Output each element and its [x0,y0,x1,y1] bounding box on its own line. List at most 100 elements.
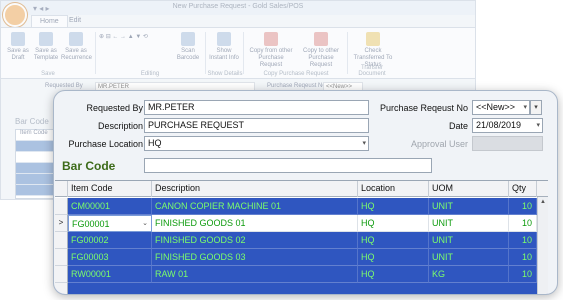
cell-qty[interactable]: 10 [509,232,537,249]
save-as-recurrence-button[interactable]: Save as Recurrence [61,32,92,62]
table-row-current[interactable]: > FG00001 ⌄ FINISHED GOODS 01 HQ UNIT 10 [55,215,548,232]
cell-uom[interactable]: UNIT [429,249,509,266]
chevron-down-icon[interactable]: ▾ [523,101,527,114]
request-no-dropdown-button[interactable]: ▾ [530,100,542,115]
column-header-uom[interactable]: UOM [429,181,509,197]
requested-by-field[interactable]: MR.PETER [144,100,369,115]
editing-toolbar[interactable]: ⊕ ⊟ ← → ▲ ▼ ⟲ [99,34,169,41]
info-icon [217,32,231,46]
cell-description[interactable]: FINISHED GOODS 03 [152,249,358,266]
date-value: 21/08/2019 [476,120,522,130]
grid-header: Item Code Description Location UOM Qty [55,181,548,197]
bg-request-no-label: Purchase Reqeust No [267,83,326,89]
cell-qty[interactable]: 10 [509,266,537,283]
approval-user-field [472,136,543,151]
cell-uom[interactable]: UNIT [429,198,509,215]
column-header-location[interactable]: Location [358,181,429,197]
approval-user-label: Approval User [410,139,468,149]
purchase-location-value: HQ [148,138,162,148]
check-transferred-button[interactable]: Check Transferred To Status [351,32,395,69]
cell-location[interactable]: HQ [358,215,429,232]
bg-grid-header: Item Code [16,130,54,141]
chevron-down-icon[interactable]: ⌄ [142,216,148,232]
scroll-up-icon[interactable]: ▲ [538,197,548,208]
cell-description[interactable]: CANON COPIER MACHINE 01 [152,198,358,215]
copy-from-icon [264,32,278,46]
copy-to-button[interactable]: Copy to other Purchase Request [297,32,345,69]
table-row[interactable]: RW00001 RAW 01 HQ KG 10 [55,266,548,283]
cell-item-code[interactable]: FG00002 [68,232,152,249]
description-label: Description [97,121,143,131]
cell-item-code[interactable]: CM00001 [68,198,152,215]
copy-from-button[interactable]: Copy from other Purchase Request [247,32,295,69]
row-indicator[interactable] [55,249,68,266]
quick-access-toolbar[interactable]: ▾ ◂ ▸ [33,4,50,13]
table-row[interactable]: FG00003 FINISHED GOODS 03 HQ UNIT 10 [55,249,548,266]
bg-grid-row [16,141,54,152]
current-row-indicator[interactable]: > [55,215,68,232]
ribbon-separator [95,32,96,74]
bg-grid-row [16,163,54,174]
cell-item-code-editor[interactable]: FG00001 ⌄ [68,215,152,232]
cell-location[interactable]: HQ [358,266,429,283]
cell-uom[interactable]: UNIT [429,215,509,232]
purchase-request-no-field[interactable]: <<New>> ▾ ▾ [472,100,542,115]
show-instant-info-button[interactable]: Show Instant Info [209,32,239,62]
cell-qty[interactable]: 10 [509,198,537,215]
cell-item-code[interactable]: RW00001 [68,266,152,283]
cell-description[interactable]: RAW 01 [152,266,358,283]
group-copy: Copy Purchase Request [263,71,329,77]
cell-item-code[interactable]: FG00003 [68,249,152,266]
template-icon [39,32,53,46]
save-as-template-button[interactable]: Save as Template [31,32,61,62]
cell-location[interactable]: HQ [358,249,429,266]
purchase-request-no-label: Purchase Reqeust No [379,103,468,113]
bg-requested-by-label: Requested By [45,83,83,89]
cell-uom[interactable]: UNIT [429,232,509,249]
cell-location[interactable]: HQ [358,198,429,215]
background-title-bar: New Purchase Request - Gold Sales/POS [1,1,475,15]
vertical-scrollbar[interactable]: ▲ [537,197,548,294]
row-indicator-header [55,181,68,197]
tab-edit[interactable]: Edit [61,15,89,27]
bg-grid-row [16,174,54,185]
cell-description[interactable]: FINISHED GOODS 01 [152,215,358,232]
row-indicator[interactable] [55,198,68,215]
table-row[interactable] [55,283,548,294]
requested-by-label: Requested By [86,103,143,113]
group-save: Save [41,71,55,77]
items-grid: Item Code Description Location UOM Qty C… [55,180,548,294]
cell-uom[interactable]: KG [429,266,509,283]
scan-barcode-button[interactable]: Scan Barcode [173,32,203,62]
recurrence-icon [69,32,83,46]
date-picker[interactable]: 21/08/2019 ▾ [472,118,543,133]
chevron-down-icon[interactable]: ▾ [536,119,540,132]
cell-location[interactable]: HQ [358,232,429,249]
group-editing: Editing [140,71,160,77]
barcode-input[interactable] [144,158,432,173]
cell-description[interactable]: FINISHED GOODS 02 [152,232,358,249]
scan-icon [181,32,195,46]
description-field[interactable]: PURCHASE REQUEST [144,118,369,133]
cell-qty[interactable]: 10 [509,215,537,232]
save-as-draft-button[interactable]: Save as Draft [3,32,33,62]
bg-grid-row [16,185,54,196]
cell-item-code-value: FG00001 [72,219,110,229]
row-indicator[interactable] [55,283,68,294]
row-indicator[interactable] [55,266,68,283]
ribbon-separator [243,32,244,74]
check-icon [366,32,380,46]
cell-qty[interactable]: 10 [509,249,537,266]
chevron-down-icon[interactable]: ▾ [362,137,366,150]
row-indicator[interactable] [55,232,68,249]
date-label: Date [448,121,468,131]
column-header-qty[interactable]: Qty [509,181,537,197]
zoomed-form-panel: Requested By MR.PETER Description PURCHA… [53,90,558,295]
purchase-location-select[interactable]: HQ ▾ [144,136,369,151]
table-row[interactable]: CM00001 CANON COPIER MACHINE 01 HQ UNIT … [55,198,548,215]
table-row[interactable]: FG00002 FINISHED GOODS 02 HQ UNIT 10 [55,232,548,249]
column-header-item-code[interactable]: Item Code [68,181,152,197]
ribbon-tabs: Home Edit [1,15,475,27]
column-header-description[interactable]: Description [152,181,358,197]
ribbon: Save as Draft Save as Template Save as R… [1,27,475,79]
